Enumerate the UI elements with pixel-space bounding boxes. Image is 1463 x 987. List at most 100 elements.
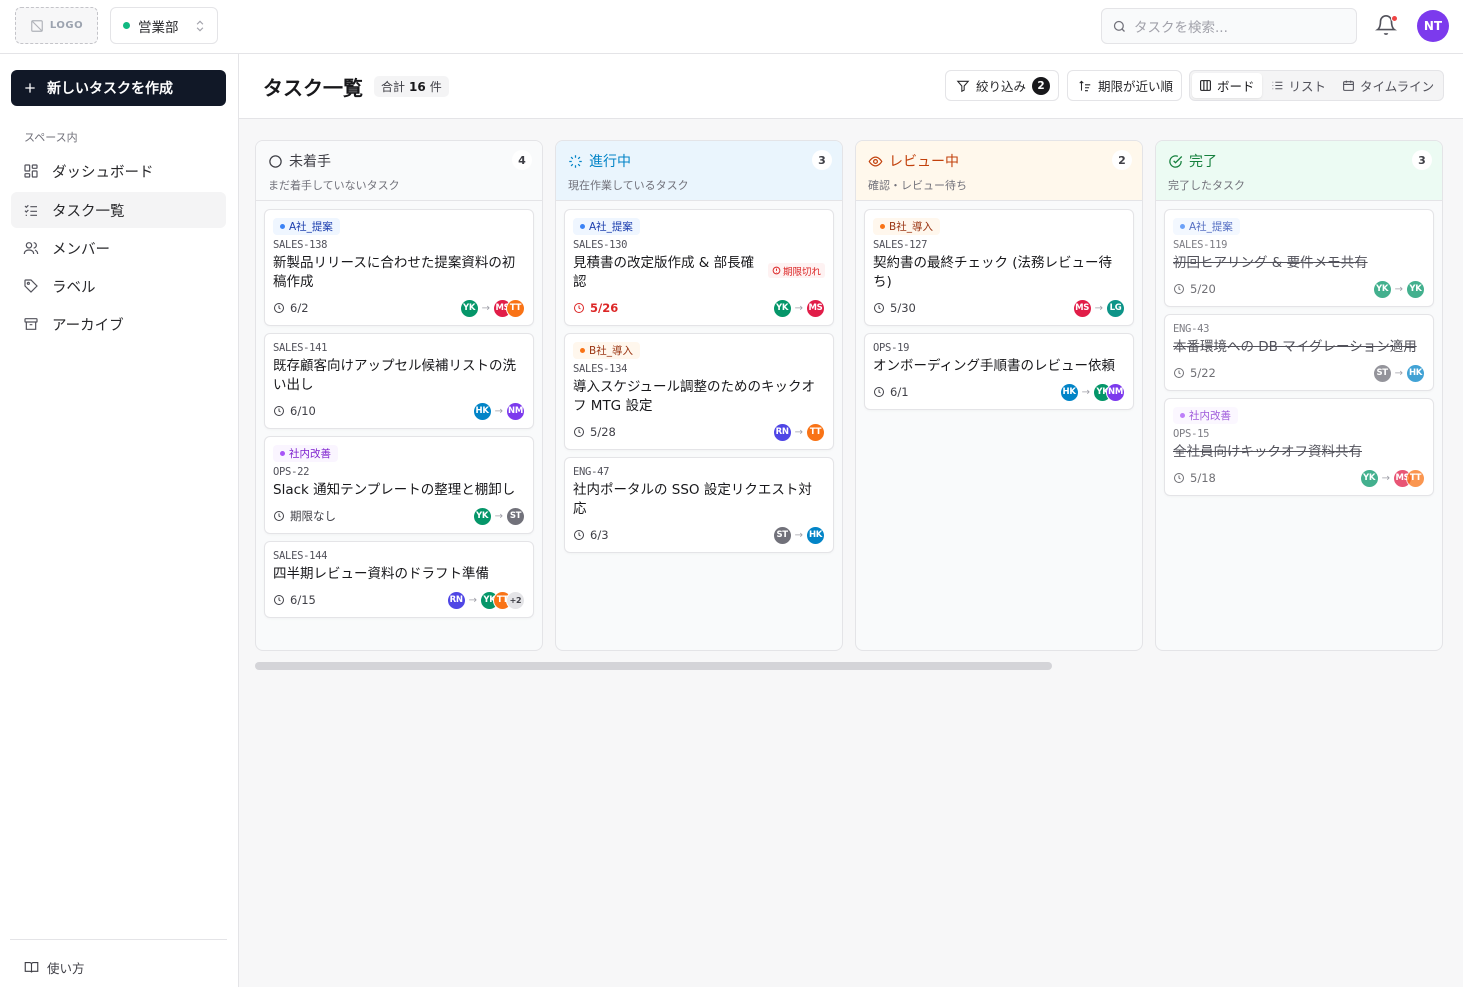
task-card[interactable]: 社内改善 OPS-22 Slack 通知テンプレートの整理と棚卸し 期限なし Y… [264,436,534,534]
horizontal-scrollbar[interactable] [255,662,1052,670]
task-card[interactable]: A社_提案 SALES-119 初回ヒアリング & 要件メモ共有 5/20 YK… [1164,209,1434,307]
due-date: 期限なし [273,508,336,524]
task-title: 新製品リリースに合わせた提案資料の初稿作成 [273,255,516,290]
assignees: YK → YK [1372,279,1425,299]
notifications-button[interactable] [1375,14,1399,38]
sort-button[interactable]: 期限が近い順 [1067,70,1183,101]
view-timeline-label: タイムライン [1360,79,1435,94]
sidebar-section-label: スペース内 [24,131,78,144]
assignee-avatar[interactable]: YK [1359,468,1379,488]
filter-button[interactable]: 絞り込み 2 [945,70,1060,101]
sidebar-item-label: メンバー [52,241,110,258]
requester-group: HK [472,401,492,421]
assignee-avatar[interactable]: YK [472,506,492,526]
task-title: 既存顧客向けアップセル候補リストの洗い出し [273,358,516,393]
card-footer: 5/26 YK → MS [573,298,825,318]
requester-group: YK [772,298,792,318]
sidebar-item-label: タスク一覧 [52,203,125,220]
user-avatar[interactable]: NT [1417,10,1449,42]
assignee-avatar[interactable]: TT [1406,468,1425,488]
task-card[interactable]: ENG-43 本番環境への DB マイグレーション適用 5/22 ST → HK [1164,314,1434,391]
due-date: 5/22 [1173,366,1216,380]
task-card[interactable]: SALES-141 既存顧客向けアップセル候補リストの洗い出し 6/10 HK … [264,333,534,429]
requester-group: MS [1072,298,1092,318]
due-date-text: 5/26 [590,301,619,315]
assignees: YK → MS TT [459,298,525,318]
image-placeholder-icon [31,19,43,32]
count-value: 16 [409,79,426,94]
assignee-avatar[interactable]: HK [1406,363,1425,383]
assignee-avatar[interactable]: LG [1106,298,1125,318]
label-chip[interactable]: A社_提案 [1173,218,1240,235]
assignee-avatar[interactable]: HK [472,401,492,421]
assignee-avatar[interactable]: HK [806,525,825,545]
assignee-avatar[interactable]: RN [446,590,466,610]
label-chip[interactable]: 社内改善 [1173,407,1238,424]
task-card[interactable]: B社_導入 SALES-134 導入スケジュール調整のためのキックオフ MTG … [564,333,834,450]
clock-icon [574,530,584,540]
task-card[interactable]: A社_提案 SALES-130 期限切れ 見積書の改定版作成 & 部長確認 5/… [564,209,834,326]
assignee-avatar[interactable]: TT [806,422,825,442]
columns-icon [1200,80,1211,91]
clock-icon [1174,473,1184,483]
task-card[interactable]: SALES-144 四半期レビュー資料のドラフト準備 6/15 RN → YK T… [264,541,534,618]
label-chip[interactable]: B社_導入 [873,218,940,235]
assignee-avatar[interactable]: HK [1059,382,1079,402]
label-chip[interactable]: 社内改善 [273,445,338,462]
task-card[interactable]: 社内改善 OPS-15 全社員向けキックオフ資料共有 5/18 YK → MS T… [1164,398,1434,496]
label-chip[interactable]: A社_提案 [573,218,640,235]
label-chip[interactable]: A社_提案 [273,218,340,235]
task-card[interactable]: OPS-19 オンボーディング手順書のレビュー依頼 6/1 HK → YK NM [864,333,1134,410]
view-list-button[interactable]: リスト [1264,73,1334,98]
assignee-avatar[interactable]: ST [506,506,525,526]
requester-group: ST [772,525,792,545]
requester-group: RN [446,590,466,610]
assignees: YK → ST [472,506,525,526]
card-footer: 5/22 ST → HK [1173,363,1425,383]
assignee-avatar[interactable]: MS [806,298,825,318]
card-footer: 期限なし YK → ST [273,506,525,526]
view-timeline-button[interactable]: タイムライン [1335,73,1441,98]
assignees: HK → YK NM [1059,382,1125,402]
task-title: 初回ヒアリング & 要件メモ共有 [1173,255,1368,271]
column-title-row: 進行中 [568,151,830,171]
sidebar-item-labels[interactable]: ラベル [11,268,226,304]
assignee-avatar[interactable]: YK [1406,279,1425,299]
new-task-button[interactable]: 新しいタスクを作成 [11,70,226,106]
assignee-avatar[interactable]: YK [1372,279,1392,299]
more-assignees-badge[interactable]: +2 [506,590,525,610]
search-placeholder: タスクを検索... [1134,20,1228,36]
assignee-avatar[interactable]: NM [506,401,525,421]
workspace-switcher[interactable]: 営業部 [110,7,218,44]
list-icon [1272,81,1282,90]
task-card[interactable]: B社_導入 SALES-127 契約書の最終チェック (法務レビュー待ち) 5/… [864,209,1134,326]
assignee-avatar[interactable]: NM [1106,382,1125,402]
sidebar-item-members[interactable]: メンバー [11,230,226,266]
view-board-button[interactable]: ボード [1192,73,1262,98]
assignee-avatar[interactable]: MS [1072,298,1092,318]
assignee-avatar[interactable]: ST [772,525,792,545]
task-card[interactable]: ENG-47 社内ポータルの SSO 設定リクエスト対応 6/3 ST → HK [564,457,834,553]
sidebar-item-label: ラベル [52,279,96,296]
card-footer: 5/30 MS → LG [873,298,1125,318]
sidebar-item-dashboard[interactable]: ダッシュボード [11,153,226,189]
assignee-avatar[interactable]: YK [772,298,792,318]
assignee-group: YK TT +2 [480,590,525,610]
assignee-avatar[interactable]: YK [459,298,479,318]
assignee-avatar[interactable]: RN [772,422,792,442]
logo[interactable]: LOGO [15,7,98,44]
label-chip[interactable]: B社_導入 [573,342,640,359]
search-input[interactable]: タスクを検索... [1101,8,1357,44]
overdue-label: 期限切れ [782,266,821,278]
column-title: 完了 [1189,154,1217,170]
card-list: B社_導入 SALES-127 契約書の最終チェック (法務レビュー待ち) 5/… [856,201,1142,418]
assignee-avatar[interactable]: TT [506,298,525,318]
help-link[interactable]: 使い方 [24,958,85,977]
task-id: ENG-43 [1173,323,1210,335]
column-subtitle: 確認・レビュー待ち [868,179,967,192]
task-card[interactable]: A社_提案 SALES-138 新製品リリースに合わせた提案資料の初稿作成 6/… [264,209,534,326]
assignee-avatar[interactable]: ST [1372,363,1392,383]
sidebar-item-archive[interactable]: アーカイブ [11,306,226,342]
sidebar-item-tasks[interactable]: タスク一覧 [11,192,226,228]
column-header: 進行中 現在作業しているタスク 3 [556,141,842,201]
